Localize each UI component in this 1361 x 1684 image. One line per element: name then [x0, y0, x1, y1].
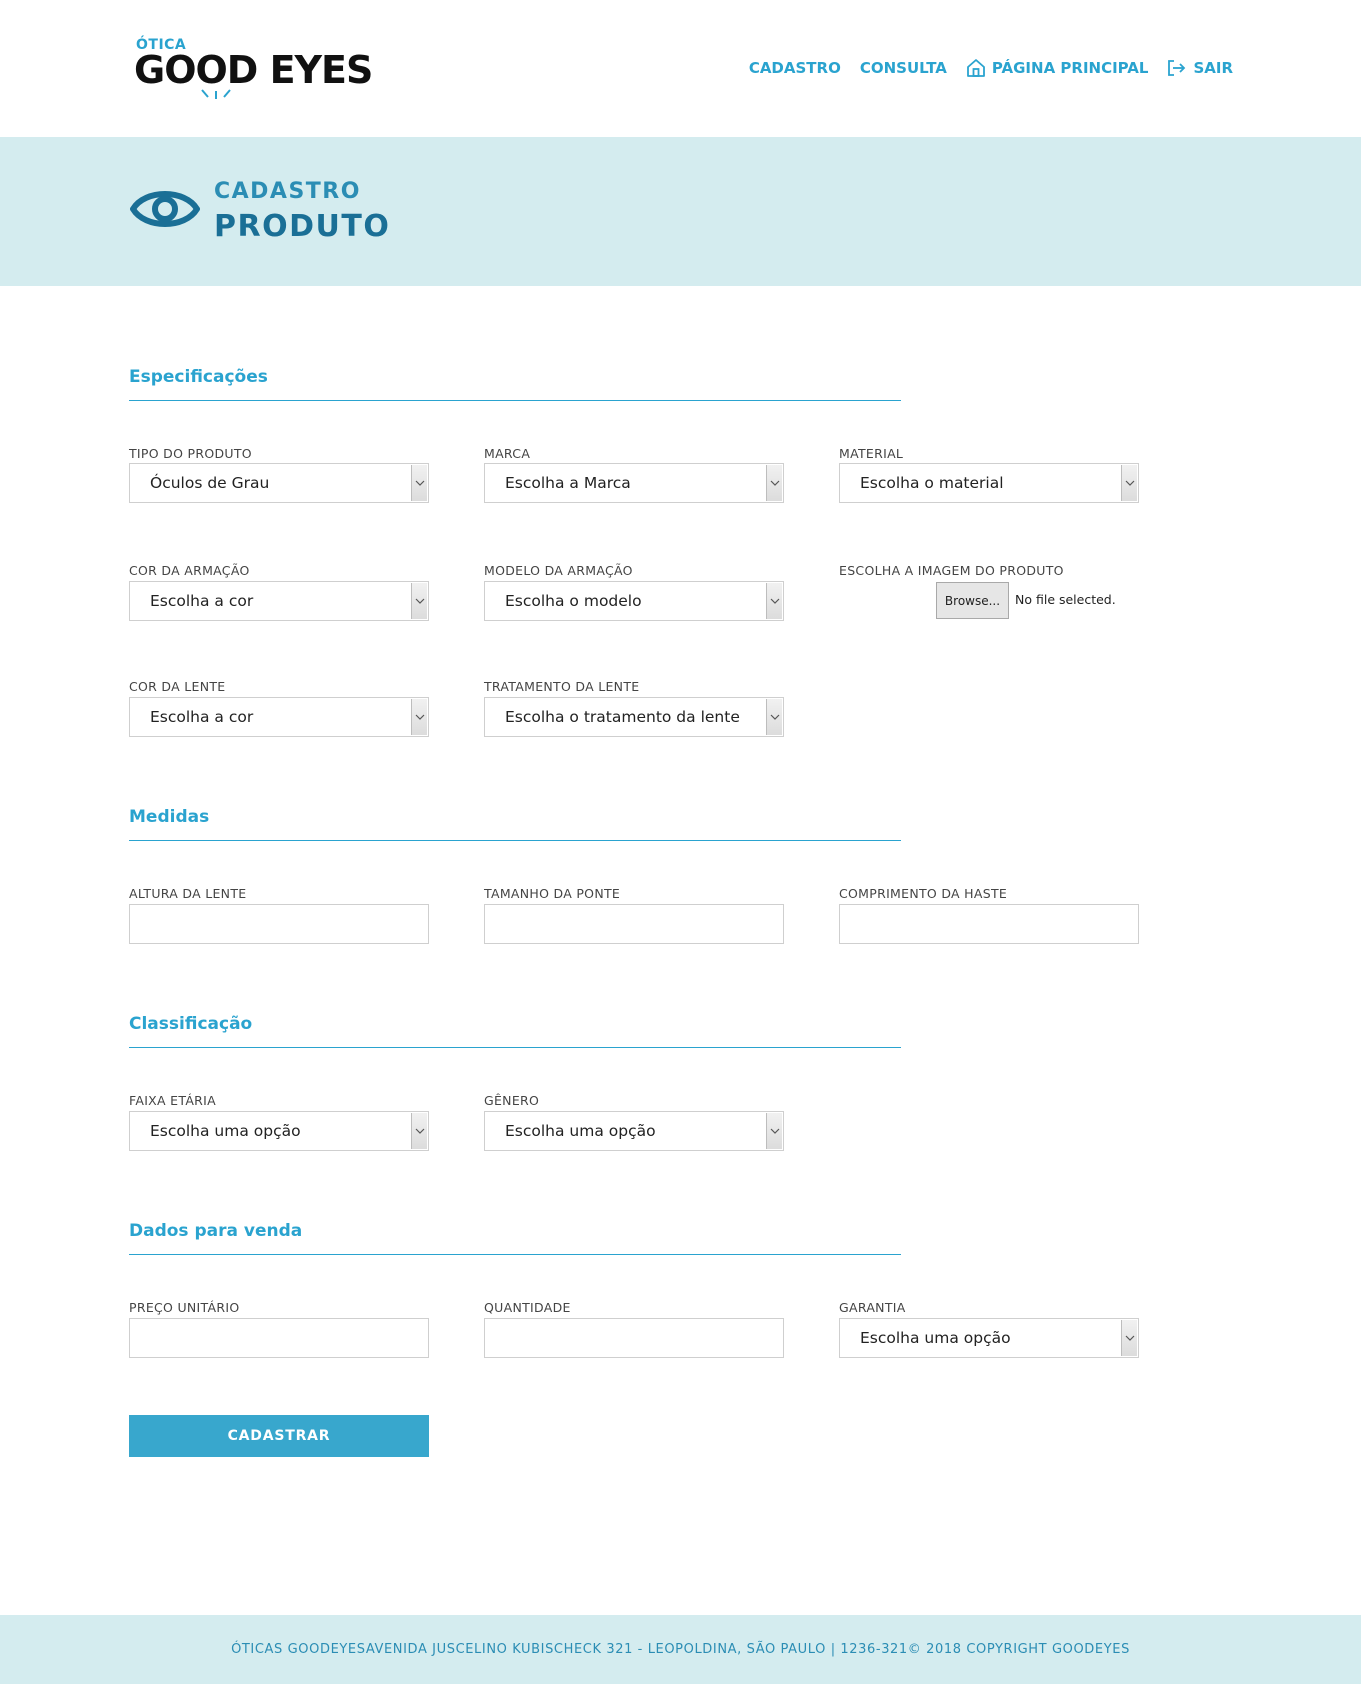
chevron-down-icon — [411, 465, 427, 501]
input-preco[interactable] — [129, 1318, 429, 1358]
select-value: Escolha a Marca — [505, 474, 631, 492]
section-title-sale: Dados para venda — [129, 1221, 303, 1241]
select-value: Óculos de Grau — [150, 474, 270, 492]
header: ÓTICA GOOD EYES CADASTRO CONSULTA PÁGINA… — [0, 0, 1361, 137]
select-faixa-etaria[interactable]: Escolha uma opção — [129, 1111, 429, 1151]
home-icon — [966, 59, 985, 77]
select-value: Escolha a cor — [150, 708, 254, 726]
logo[interactable]: ÓTICA GOOD EYES — [134, 36, 374, 99]
label-quantidade: QUANTIDADE — [484, 1300, 571, 1315]
chevron-down-icon — [766, 1113, 782, 1149]
nav-logout-label: SAIR — [1193, 59, 1233, 77]
banner-subtitle: CADASTRO — [214, 179, 361, 204]
select-value: Escolha uma opção — [150, 1122, 301, 1140]
select-cor-armacao[interactable]: Escolha a cor — [129, 581, 429, 621]
input-quantidade[interactable] — [484, 1318, 784, 1358]
chevron-down-icon — [766, 699, 782, 735]
section-divider — [129, 1254, 901, 1255]
nav-cadastro[interactable]: CADASTRO — [749, 59, 841, 77]
label-material: MATERIAL — [839, 446, 904, 461]
label-marca: MARCA — [484, 446, 531, 461]
browse-button[interactable]: Browse... — [936, 582, 1009, 619]
select-garantia[interactable]: Escolha uma opção — [839, 1318, 1139, 1358]
chevron-down-icon — [766, 583, 782, 619]
chevron-down-icon — [411, 583, 427, 619]
eye-icon — [130, 191, 200, 227]
select-material[interactable]: Escolha o material — [839, 463, 1139, 503]
label-modelo-armacao: MODELO DA ARMAÇÃO — [484, 563, 633, 578]
chevron-down-icon — [766, 465, 782, 501]
section-title-specs: Especificações — [129, 367, 268, 387]
select-value: Escolha uma opção — [860, 1329, 1011, 1347]
label-altura-lente: ALTURA DA LENTE — [129, 886, 247, 901]
label-genero: GÊNERO — [484, 1093, 540, 1108]
nav-home-label: PÁGINA PRINCIPAL — [991, 59, 1149, 77]
select-cor-lente[interactable]: Escolha a cor — [129, 697, 429, 737]
section-title-measures: Medidas — [129, 807, 210, 827]
select-value: Escolha o modelo — [505, 592, 642, 610]
label-cor-lente: COR DA LENTE — [129, 679, 226, 694]
label-cor-armacao: COR DA ARMAÇÃO — [129, 563, 250, 578]
logo-big-text: GOOD EYES — [134, 48, 373, 92]
logo-rays-icon — [201, 89, 231, 99]
chevron-down-icon — [1121, 465, 1137, 501]
label-tipo-produto: TIPO DO PRODUTO — [129, 446, 252, 461]
select-marca[interactable]: Escolha a Marca — [484, 463, 784, 503]
label-preco: PREÇO UNITÁRIO — [129, 1300, 240, 1315]
chevron-down-icon — [411, 1113, 427, 1149]
file-status: No file selected. — [1015, 592, 1116, 607]
label-tratamento-lente: TRATAMENTO DA LENTE — [484, 679, 640, 694]
chevron-down-icon — [1121, 1320, 1137, 1356]
nav-logout[interactable]: SAIR — [1167, 59, 1233, 77]
section-title-classification: Classificação — [129, 1014, 253, 1034]
page-title: PRODUTO — [214, 209, 391, 244]
input-tamanho-ponte[interactable] — [484, 904, 784, 944]
label-tamanho-ponte: TAMANHO DA PONTE — [484, 886, 621, 901]
select-value: Escolha a cor — [150, 592, 254, 610]
main-nav: CADASTRO CONSULTA PÁGINA PRINCIPAL SAIR — [730, 58, 1233, 78]
section-divider — [129, 1047, 901, 1048]
section-divider — [129, 400, 901, 401]
select-modelo-armacao[interactable]: Escolha o modelo — [484, 581, 784, 621]
select-tratamento-lente[interactable]: Escolha o tratamento da lente — [484, 697, 784, 737]
page-banner: CADASTRO PRODUTO — [0, 137, 1361, 286]
label-garantia: GARANTIA — [839, 1300, 906, 1315]
input-altura-lente[interactable] — [129, 904, 429, 944]
label-faixa-etaria: FAIXA ETÁRIA — [129, 1093, 217, 1108]
nav-consulta[interactable]: CONSULTA — [860, 59, 947, 77]
select-value: Escolha o material — [860, 474, 1004, 492]
footer-text: ÓTICAS GOODEYESAVENIDA JUSCELINO KUBISCH… — [231, 1642, 1130, 1657]
label-imagem-produto: ESCOLHA A IMAGEM DO PRODUTO — [839, 563, 1064, 578]
submit-button[interactable]: CADASTRAR — [129, 1415, 429, 1457]
nav-home[interactable]: PÁGINA PRINCIPAL — [966, 58, 1149, 78]
chevron-down-icon — [411, 699, 427, 735]
section-divider — [129, 840, 901, 841]
label-comprimento-haste: COMPRIMENTO DA HASTE — [839, 886, 1008, 901]
select-genero[interactable]: Escolha uma opção — [484, 1111, 784, 1151]
select-value: Escolha o tratamento da lente — [505, 708, 740, 726]
footer: ÓTICAS GOODEYESAVENIDA JUSCELINO KUBISCH… — [0, 1615, 1361, 1684]
input-comprimento-haste[interactable] — [839, 904, 1139, 944]
select-tipo-produto[interactable]: Óculos de Grau — [129, 463, 429, 503]
select-value: Escolha uma opção — [505, 1122, 656, 1140]
logout-icon — [1168, 60, 1186, 76]
